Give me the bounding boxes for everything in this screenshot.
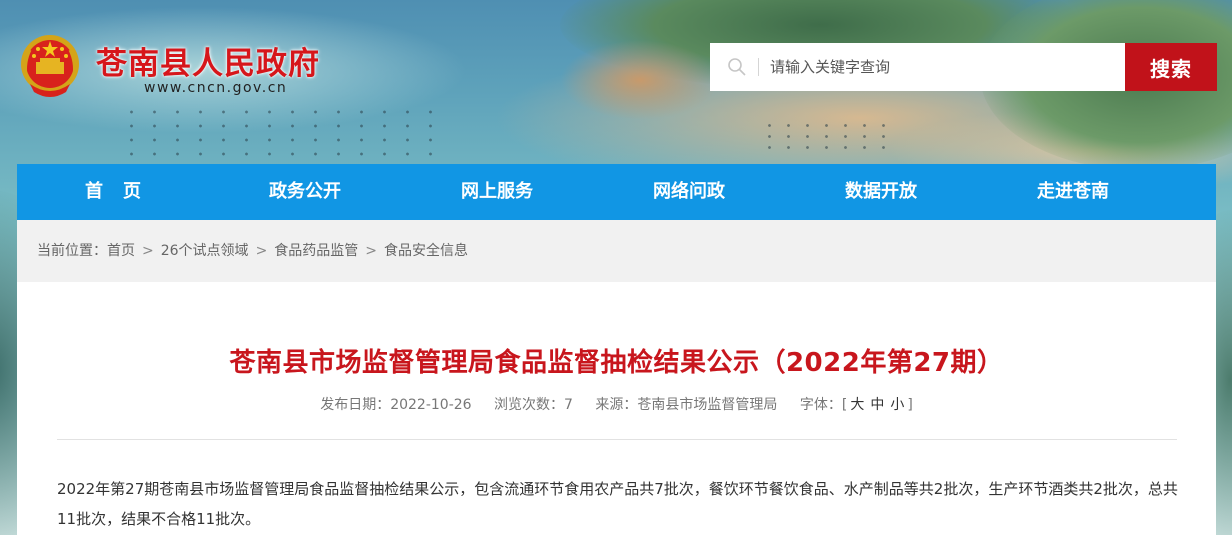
search-input[interactable] [768, 43, 1118, 91]
font-size-large-button[interactable]: 大 [850, 397, 864, 413]
search-bar: 搜索 [710, 43, 1217, 91]
breadcrumb-prefix: 当前位置： [37, 243, 107, 259]
nav-item-online-inquiry[interactable]: 网络问政 [593, 164, 785, 220]
nav-item-about-cangnan[interactable]: 走进苍南 [977, 164, 1169, 220]
search-button[interactable]: 搜索 [1125, 43, 1217, 91]
article-meta: 发布日期：2022-10-26 浏览次数：7 来源：苍南县市场监督管理局 字体：… [17, 394, 1216, 414]
breadcrumb-item-home[interactable]: 首页 [107, 243, 135, 259]
search-box [710, 43, 1125, 91]
font-size-label: 字体：[ [799, 397, 848, 413]
breadcrumb-separator: > [142, 243, 154, 259]
search-divider [758, 58, 759, 76]
article-title: 苍南县市场监督管理局食品监督抽检结果公示（2022年第27期） [229, 348, 1004, 378]
font-size-close: ] [907, 397, 913, 413]
breadcrumb: 当前位置：首页 >26个试点领域 > 食品药品监管 > 食品安全信息 [17, 220, 1216, 282]
breadcrumb-item-pilot-areas[interactable]: 26个试点领域 [161, 243, 249, 259]
national-emblem-icon[interactable] [18, 32, 82, 102]
publish-date: 发布日期：2022-10-26 [320, 397, 472, 413]
breadcrumb-separator: > [365, 243, 378, 259]
font-size-medium-button[interactable]: 中 [870, 397, 884, 413]
site-title[interactable]: 苍南县人民政府 [96, 38, 320, 83]
article-source: 来源：苍南县市场监督管理局 [595, 397, 778, 413]
breadcrumb-item-food-safety[interactable]: 食品安全信息 [384, 243, 468, 259]
search-icon [727, 57, 747, 77]
site-url: www.cncn.gov.cn [144, 80, 288, 96]
breadcrumb-separator: > [255, 243, 268, 259]
breadcrumb-item-food-drug[interactable]: 食品药品监管 [274, 243, 358, 259]
nav-item-home[interactable]: 首页 [17, 164, 209, 220]
view-count: 浏览次数：7 [494, 397, 573, 413]
title-divider [57, 439, 1177, 440]
nav-item-online-services[interactable]: 网上服务 [401, 164, 593, 220]
font-size-control: 字体：[大中小] [800, 397, 913, 413]
nav-item-open-data[interactable]: 数据开放 [785, 164, 977, 220]
article-container: 苍南县市场监督管理局食品监督抽检结果公示（2022年第27期） 发布日期：202… [17, 282, 1216, 535]
article-body: 2022年第27期苍南县市场监督管理局食品监督抽检结果公示，包含流通环节食用农产… [57, 480, 1178, 528]
main-nav: 首页 政务公开 网上服务 网络问政 数据开放 走进苍南 [17, 164, 1216, 220]
font-size-small-button[interactable]: 小 [890, 397, 904, 413]
nav-item-government-affairs[interactable]: 政务公开 [209, 164, 401, 220]
